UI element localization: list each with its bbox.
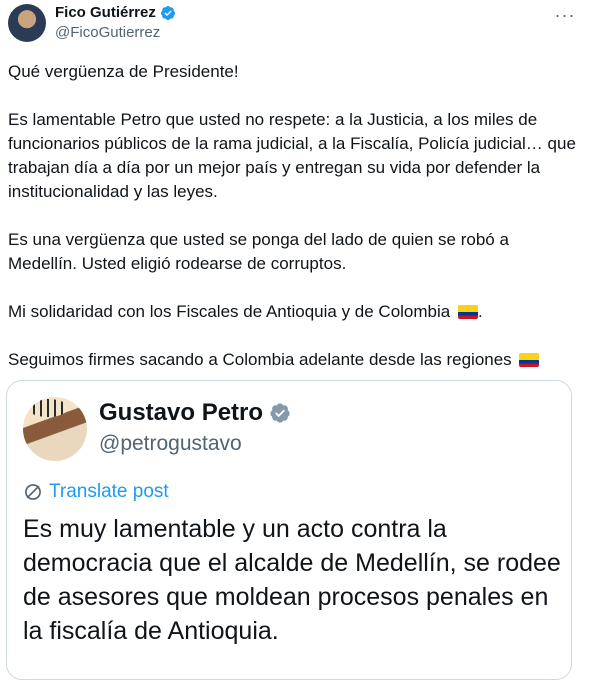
tweet-paragraph: Es una vergüenza que usted se ponga del … [8,230,509,273]
tweet-paragraph: Es lamentable Petro que usted no respete… [8,110,576,201]
quoted-handle[interactable]: @petrogustavo [99,432,242,456]
author-handle[interactable]: @FicoGutierrez [55,24,160,41]
tweet-text: Qué vergüenza de Presidente! Es lamentab… [8,60,578,372]
verified-badge-icon [160,5,175,20]
verified-badge-icon [270,403,290,423]
more-options-icon[interactable]: ··· [552,2,578,28]
colombia-flag-icon [457,305,478,319]
tweet: Fico Gutiérrez @FicoGutierrez ··· Qué ve… [0,0,597,680]
author-display-name[interactable]: Fico Gutiérrez [55,4,156,21]
quoted-display-name[interactable]: Gustavo Petro [99,399,263,427]
author-name-row: Fico Gutiérrez [55,4,176,21]
translate-post-link[interactable]: Translate post [23,481,169,503]
quoted-tweet[interactable]: Gustavo Petro @petrogustavo Translate po… [6,380,572,680]
quoted-name-row: Gustavo Petro [99,399,291,427]
tweet-paragraph-wrapper: Seguimos firmes sacando a Colombia adela… [8,348,578,372]
tweet-paragraph-wrapper: Mi solidaridad con los Fiscales de Antio… [8,300,578,324]
quoted-avatar[interactable] [23,397,87,461]
hat-decoration [28,399,68,417]
tweet-paragraph: Seguimos firmes sacando a Colombia adela… [8,350,512,369]
tweet-paragraph: Mi solidaridad con los Fiscales de Antio… [8,302,451,321]
paragraph-suffix: . [477,302,483,321]
quoted-tweet-text: Es muy lamentable y un acto contra la de… [23,515,561,645]
translate-globe-icon [25,484,41,500]
tweet-paragraph: Qué vergüenza de Presidente! [8,62,239,81]
colombia-flag-icon [519,353,540,367]
translate-post-label[interactable]: Translate post [49,481,169,503]
avatar[interactable] [8,4,46,42]
